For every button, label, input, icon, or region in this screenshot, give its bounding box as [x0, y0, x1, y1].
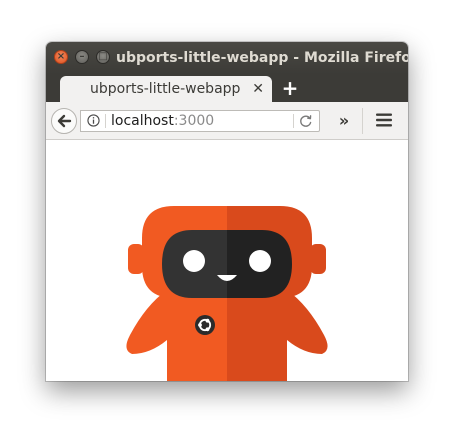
- tab-strip: ubports-little-webapp ✕ +: [46, 74, 408, 102]
- minimize-window-button[interactable]: –: [75, 50, 89, 64]
- url-text[interactable]: localhost:3000: [111, 111, 214, 131]
- robot-mascot-image: [126, 206, 328, 381]
- new-tab-button[interactable]: +: [280, 75, 300, 101]
- navigation-toolbar: localhost:3000 »: [46, 102, 408, 140]
- close-icon: ×: [56, 51, 66, 62]
- title-bar[interactable]: × – □ ubports-little-webapp - Mozilla Fi…: [46, 42, 408, 74]
- robot-face: [162, 230, 292, 298]
- close-icon: ✕: [252, 81, 264, 97]
- hamburger-menu-icon[interactable]: [376, 113, 392, 127]
- url-bar-divider: [293, 114, 294, 128]
- url-bar[interactable]: localhost:3000: [80, 110, 320, 132]
- tab-close-button[interactable]: ✕: [252, 76, 264, 102]
- maximize-window-button[interactable]: □: [96, 50, 110, 64]
- url-bar-divider: [105, 114, 106, 128]
- ubuntu-logo-icon: [195, 315, 215, 335]
- robot-right-eye: [249, 250, 271, 272]
- back-arrow-icon: [57, 114, 72, 128]
- minimize-icon: –: [79, 51, 85, 62]
- back-button[interactable]: [51, 108, 77, 134]
- toolbar-divider: [362, 108, 363, 134]
- overflow-button[interactable]: »: [334, 111, 354, 131]
- url-port: :3000: [173, 113, 215, 129]
- close-window-button[interactable]: ×: [54, 50, 68, 64]
- robot-body: [126, 290, 328, 381]
- chevron-double-right-icon: »: [338, 111, 350, 130]
- window-title: ubports-little-webapp - Mozilla Firefox: [116, 50, 408, 66]
- tab-title: ubports-little-webapp: [90, 81, 241, 97]
- url-host: localhost: [111, 113, 174, 129]
- plus-icon: +: [281, 76, 299, 100]
- tab-active[interactable]: ubports-little-webapp ✕: [60, 76, 272, 102]
- robot-left-eye: [183, 250, 205, 272]
- browser-window: × – □ ubports-little-webapp - Mozilla Fi…: [46, 42, 408, 381]
- reload-icon[interactable]: [297, 112, 315, 130]
- maximize-icon: □: [98, 51, 108, 62]
- info-icon[interactable]: [87, 114, 100, 127]
- page-content: [46, 140, 408, 381]
